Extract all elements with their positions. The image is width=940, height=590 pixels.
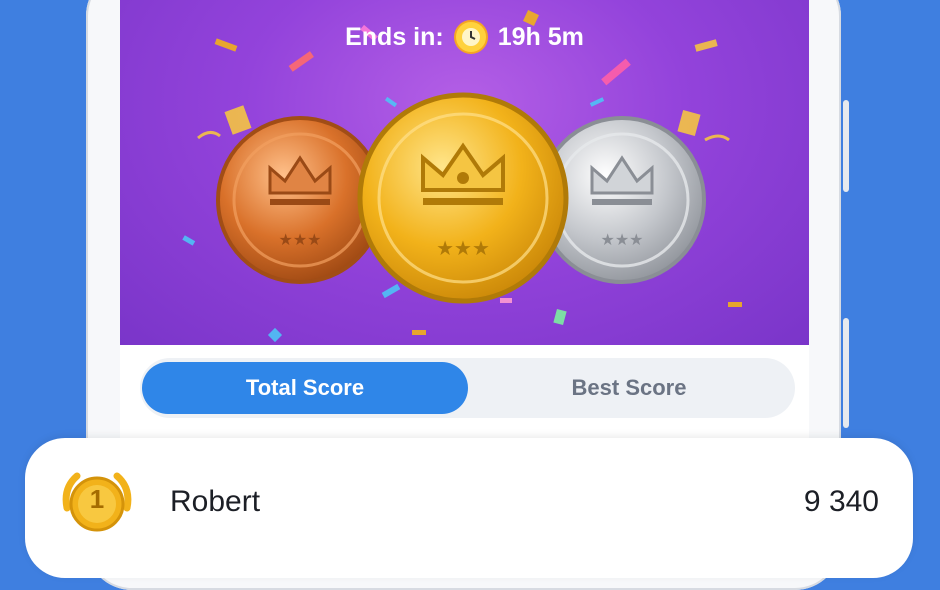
svg-text:★★★: ★★★: [436, 238, 490, 260]
score-toggle: Total Score Best Score: [140, 358, 795, 418]
timer-row: Ends in: 19h 5m: [120, 20, 809, 54]
player-score: 9 340: [803, 485, 879, 518]
phone-side-button: [843, 318, 849, 428]
tab-total-score[interactable]: Total Score: [142, 362, 468, 414]
bronze-medal: ★★★: [216, 116, 384, 284]
time-remaining: 19h 5m: [497, 22, 584, 51]
phone-side-button: [843, 100, 849, 192]
clock-icon: [453, 20, 488, 54]
rank-number: 1: [89, 484, 105, 514]
tournament-banner: ★★★ ★★★ ★★★ Ends in: 19h 5m: [120, 0, 809, 345]
app-screen: ★★★ ★★★ ★★★ Ends in: 19h 5m Total Score …: [120, 0, 809, 440]
player-name: Robert: [170, 485, 261, 518]
tab-best-score[interactable]: Best Score: [466, 362, 792, 414]
gold-medal: ★★★: [357, 92, 569, 304]
ends-in-label: Ends in:: [345, 22, 444, 51]
svg-text:★★★: ★★★: [600, 232, 643, 249]
svg-text:★★★: ★★★: [278, 232, 321, 249]
rank-badge: 1: [57, 468, 137, 538]
leaderboard-row[interactable]: 1 Robert 9 340: [25, 438, 913, 578]
